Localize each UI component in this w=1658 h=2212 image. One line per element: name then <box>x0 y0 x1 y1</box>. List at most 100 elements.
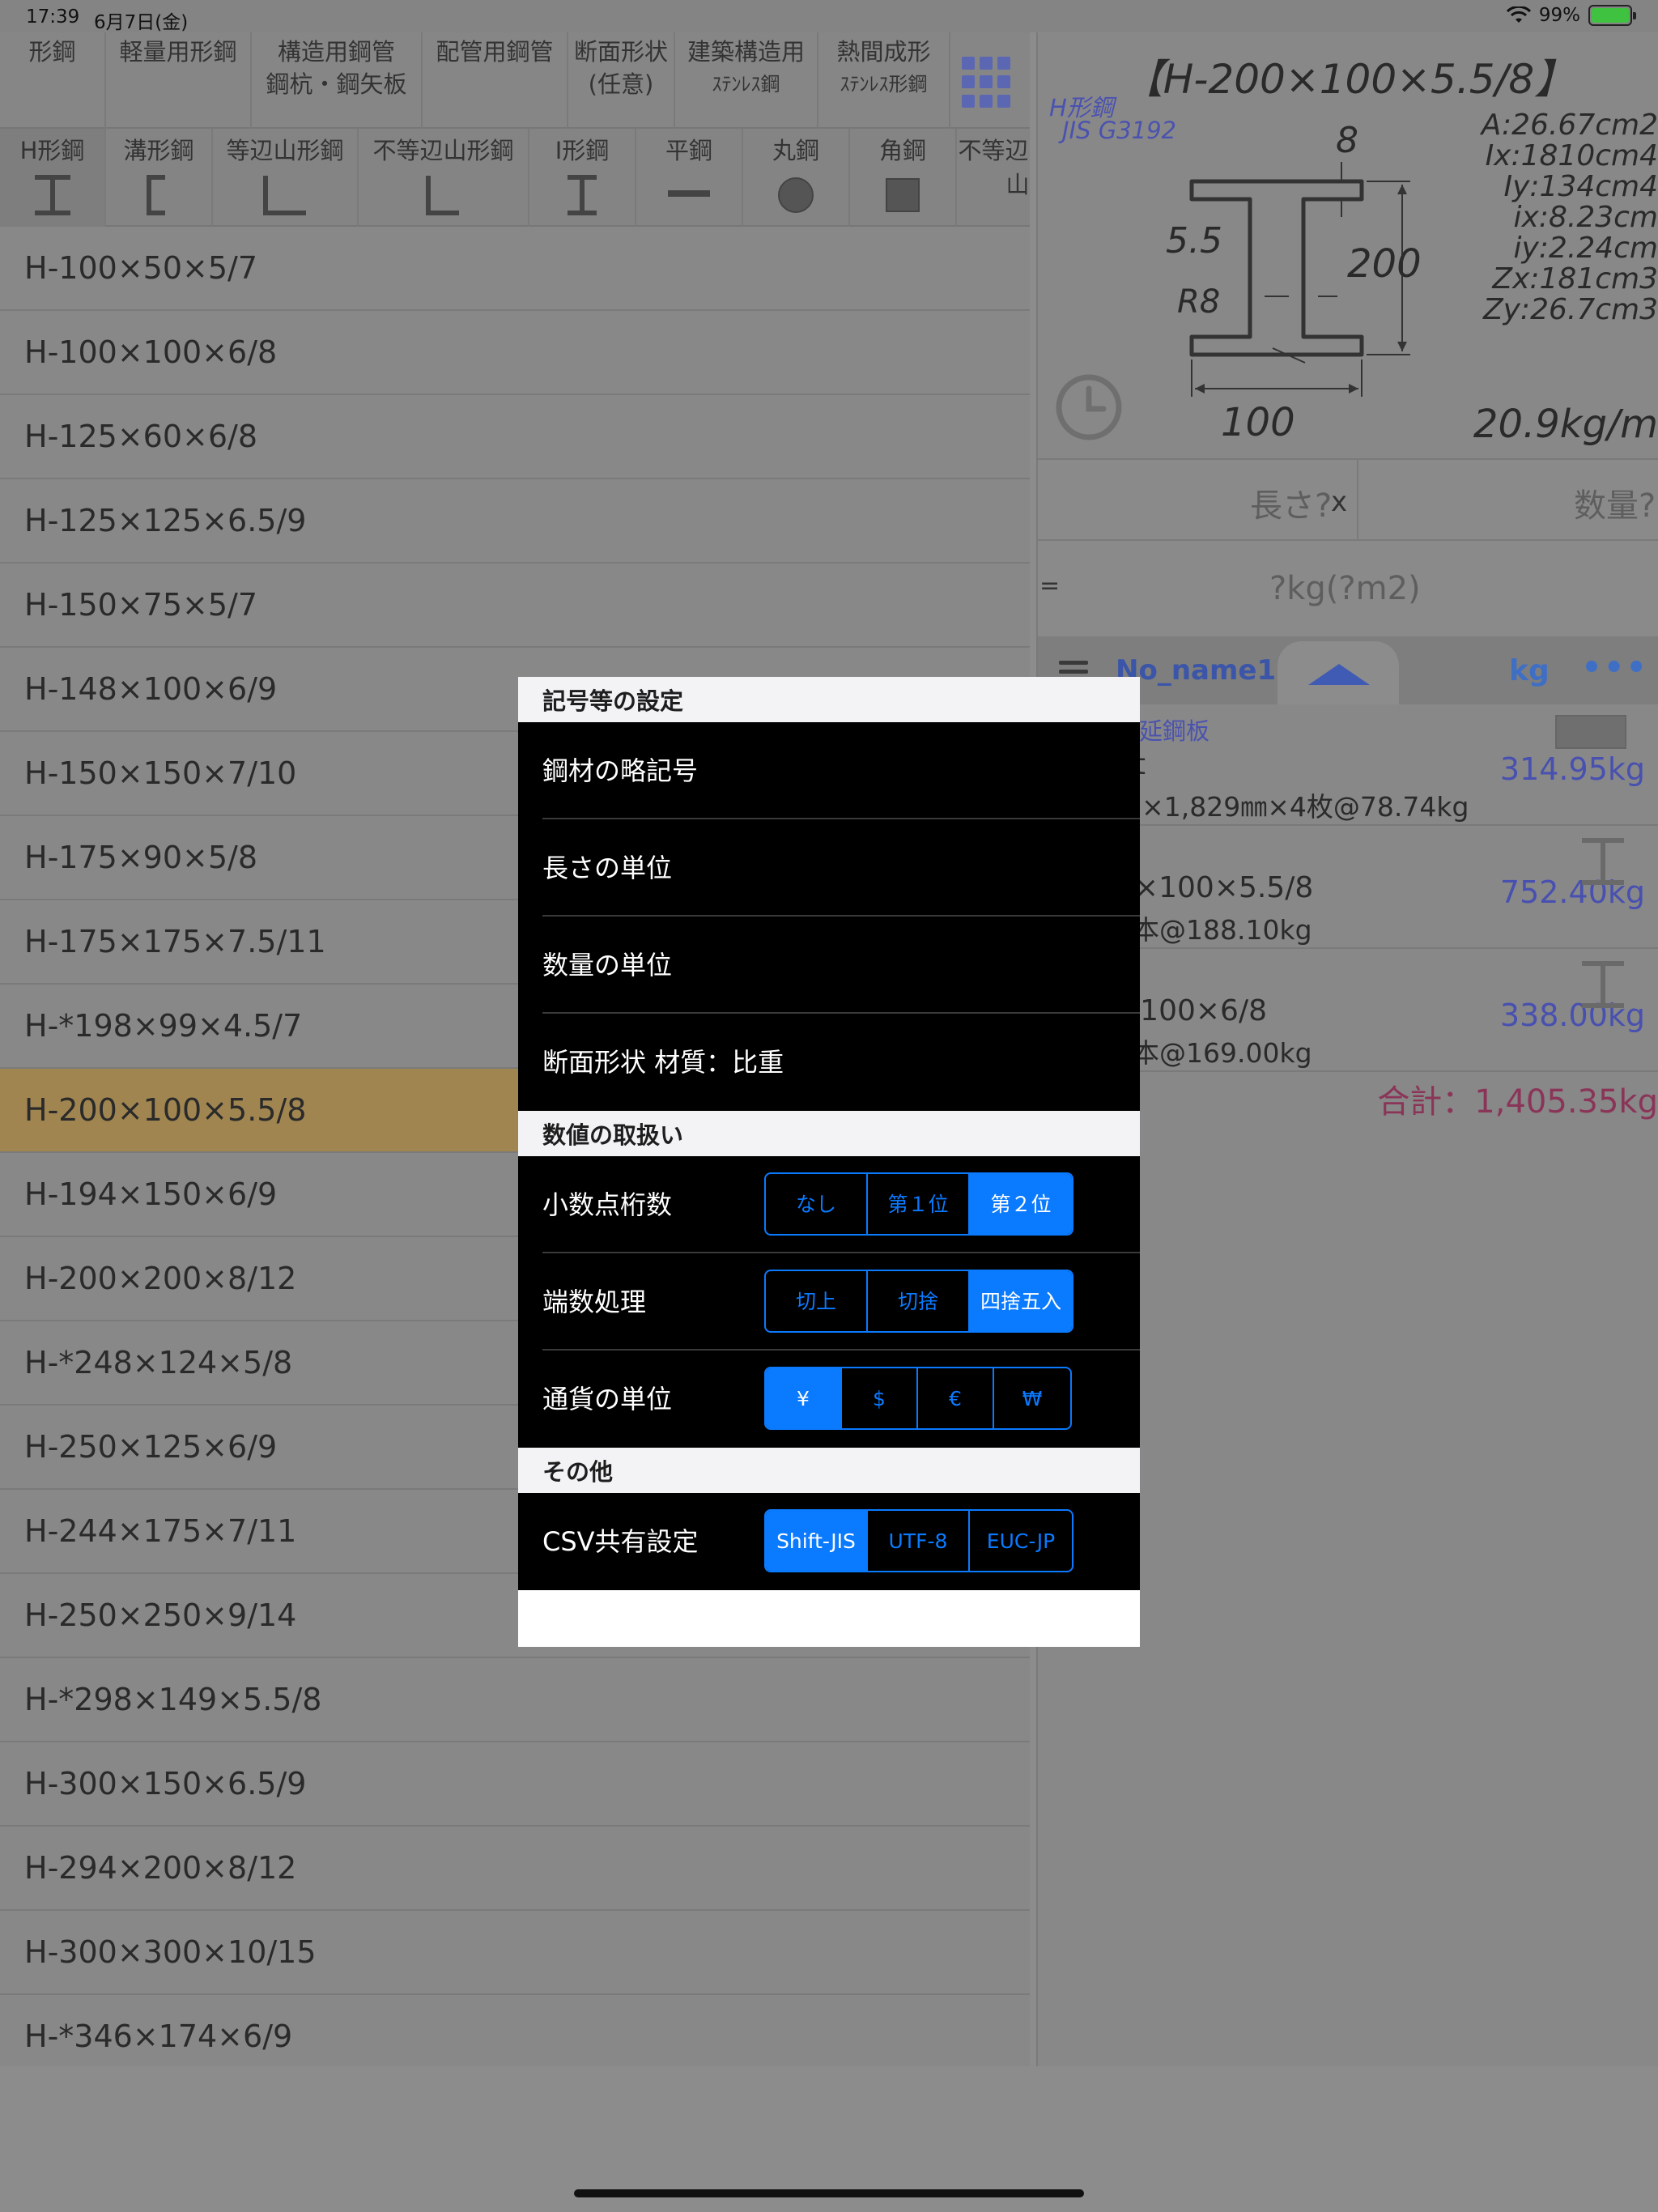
grid-menu-icon[interactable] <box>962 57 1014 108</box>
shape-tab-square[interactable]: 角鋼 <box>850 129 957 227</box>
category-tab-structural-pipe[interactable]: 構造用鋼管 鋼杭・鋼矢板 <box>252 32 423 129</box>
setting-material-gravity[interactable]: 断面形状 材質：比重 <box>518 1014 1140 1111</box>
shape-tab-h[interactable]: H形鋼 <box>0 129 106 227</box>
category-label: ｽﾃﾝﾚｽ鋼 <box>712 73 780 96</box>
list-item[interactable]: H-300×300×10/15 <box>0 1911 1030 1995</box>
setting-length-unit[interactable]: 長さの単位 <box>518 819 1140 917</box>
wifi-icon <box>1506 6 1531 23</box>
category-label: (任意) <box>588 70 654 98</box>
battery-icon <box>1588 5 1636 26</box>
list-item[interactable]: H-*346×174×6/9 <box>0 1995 1030 2066</box>
category-tab-section[interactable]: 断面形状 (任意) <box>568 32 675 129</box>
category-tab-light-shapes[interactable]: 軽量用形鋼 <box>106 32 252 129</box>
category-tab-piping[interactable]: 配管用鋼管 <box>423 32 568 129</box>
shape-label: 溝形鋼 <box>123 137 194 164</box>
setting-label: 小数点桁数 <box>542 1189 673 1220</box>
status-time: 17:39 <box>26 6 80 28</box>
property-value: iy:2.24cm <box>1513 232 1658 265</box>
rounding-option-selected[interactable]: 四捨五入 <box>970 1271 1072 1331</box>
length-input[interactable]: 長さ? <box>1250 479 1332 526</box>
list-item[interactable]: H-100×100×6/8 <box>0 311 1030 395</box>
more-icon[interactable]: ••• <box>1581 649 1648 687</box>
shape-label: 平鋼 <box>665 137 712 164</box>
list-item[interactable]: H-100×50×5/7 <box>0 227 1030 311</box>
shape-tab-round[interactable]: 丸鋼 <box>743 129 850 227</box>
property-value: Zy:26.7cm3 <box>1482 293 1658 326</box>
shape-label: 不等辺山形鋼 <box>372 137 514 164</box>
category-label: ｽﾃﾝﾚｽ形鋼 <box>840 73 928 96</box>
dim-height: 200 <box>1347 241 1422 287</box>
shape-label: I形鋼 <box>555 137 610 164</box>
setting-steel-abbreviation[interactable]: 鋼材の略記号 <box>518 722 1140 819</box>
list-item[interactable]: H-125×125×6.5/9 <box>0 479 1030 564</box>
property-value: ix:8.23cm <box>1513 201 1658 234</box>
modal-footer <box>518 1590 1140 1647</box>
csv-option[interactable]: EUC-JP <box>970 1511 1072 1571</box>
shape-tab-flat[interactable]: 平鋼 <box>636 129 743 227</box>
csv-option[interactable]: UTF-8 <box>868 1511 970 1571</box>
entry-detail: 2本@169.00kg <box>1116 1037 1312 1069</box>
settings-modal: 記号等の設定 鋼材の略記号 長さの単位 数量の単位 断面形状 材質：比重 数値の… <box>518 677 1140 1647</box>
shape-label: 不等辺 <box>958 137 1029 164</box>
decimal-option-selected[interactable]: 第２位 <box>970 1174 1072 1234</box>
entry-detail: 4本@188.10kg <box>1116 914 1312 946</box>
list-item[interactable]: H-125×60×6/8 <box>0 395 1030 479</box>
dim-web-thickness: 5.5 <box>1166 220 1222 262</box>
decimal-option[interactable]: なし <box>766 1174 868 1234</box>
collapse-tab[interactable] <box>1278 641 1399 704</box>
shape-tab-unequal-angle[interactable]: 不等辺山形鋼 <box>359 129 529 227</box>
status-date: 6月7日(金) <box>94 12 189 33</box>
equals-symbol: = <box>1039 572 1061 600</box>
entry-spec: 0×100×5.5/8 <box>1116 871 1314 904</box>
list-item[interactable]: H-300×150×6.5/9 <box>0 1742 1030 1827</box>
shape-label: 丸鋼 <box>772 137 819 164</box>
setting-label: 数量の単位 <box>542 950 673 981</box>
currency-segmented-control: ¥ $ € ₩ <box>764 1367 1072 1430</box>
currency-option-selected[interactable]: ¥ <box>766 1368 842 1428</box>
status-indicators: 99% <box>1506 5 1636 26</box>
category-label: 形鋼 <box>28 38 76 66</box>
unequal-angle-icon <box>425 176 459 215</box>
decimal-option[interactable]: 第１位 <box>868 1174 970 1234</box>
shape-tab-equal-angle[interactable]: 等辺山形鋼 <box>213 129 359 227</box>
list-item[interactable]: H-150×75×5/7 <box>0 564 1030 648</box>
equal-angle-icon <box>263 176 306 215</box>
setting-quantity-unit[interactable]: 数量の単位 <box>518 917 1140 1014</box>
round-bar-icon <box>778 177 814 213</box>
shape-tab-unequal-extra[interactable]: 不等辺 山 <box>957 129 1030 227</box>
times-symbol: x <box>1331 486 1348 518</box>
history-clock-icon[interactable] <box>1054 372 1124 442</box>
quantity-input[interactable]: 数量? <box>1574 479 1656 526</box>
shape-tabs: H形鋼 溝形鋼 等辺山形鋼 不等辺山形鋼 I形鋼 平鋼 丸鋼 角鋼 不等辺 山 <box>0 129 1030 227</box>
section-title: 【H-200×100×5.5/8】 <box>1122 56 1575 103</box>
setting-decimal-places: 小数点桁数 なし 第１位 第２位 <box>518 1156 1140 1253</box>
list-item[interactable]: H-294×200×8/12 <box>0 1827 1030 1911</box>
shape-tab-i[interactable]: I形鋼 <box>529 129 636 227</box>
flat-bar-icon <box>668 190 710 197</box>
list-item[interactable]: H-*298×149×5.5/8 <box>0 1658 1030 1742</box>
setting-currency-unit: 通貨の単位 ¥ $ € ₩ <box>518 1351 1140 1448</box>
h-beam-icon <box>1582 961 1624 1008</box>
setting-csv-encoding: CSV共有設定 Shift-JIS UTF-8 EUC-JP <box>518 1493 1140 1590</box>
category-label: 構造用鋼管 <box>277 38 395 66</box>
home-indicator[interactable] <box>574 2189 1084 2197</box>
setting-label: 長さの単位 <box>542 853 673 883</box>
currency-option[interactable]: € <box>918 1368 994 1428</box>
category-tab-building-stainless[interactable]: 建築構造用 ｽﾃﾝﾚｽ鋼 <box>675 32 818 129</box>
category-tab-shapes[interactable]: 形鋼 <box>0 32 106 129</box>
battery-percent: 99% <box>1538 5 1580 26</box>
rounding-option[interactable]: 切上 <box>766 1271 868 1331</box>
category-tab-hot-formed[interactable]: 熱間成形 ｽﾃﾝﾚｽ形鋼 <box>818 32 950 129</box>
property-value: Ix:1810cm4 <box>1485 139 1658 172</box>
property-value: Iy:134cm4 <box>1503 170 1658 203</box>
rounding-option[interactable]: 切捨 <box>868 1271 970 1331</box>
currency-option[interactable]: $ <box>842 1368 918 1428</box>
shape-label: 角鋼 <box>878 137 926 164</box>
csv-option-selected[interactable]: Shift-JIS <box>766 1511 868 1571</box>
currency-option[interactable]: ₩ <box>994 1368 1070 1428</box>
shape-tab-channel[interactable]: 溝形鋼 <box>106 129 213 227</box>
unit-toggle[interactable]: kg <box>1509 654 1550 687</box>
triangle-up-icon <box>1308 664 1370 685</box>
dim-radius: R8 <box>1177 283 1221 321</box>
setting-rounding: 端数処理 切上 切捨 四捨五入 <box>518 1253 1140 1351</box>
